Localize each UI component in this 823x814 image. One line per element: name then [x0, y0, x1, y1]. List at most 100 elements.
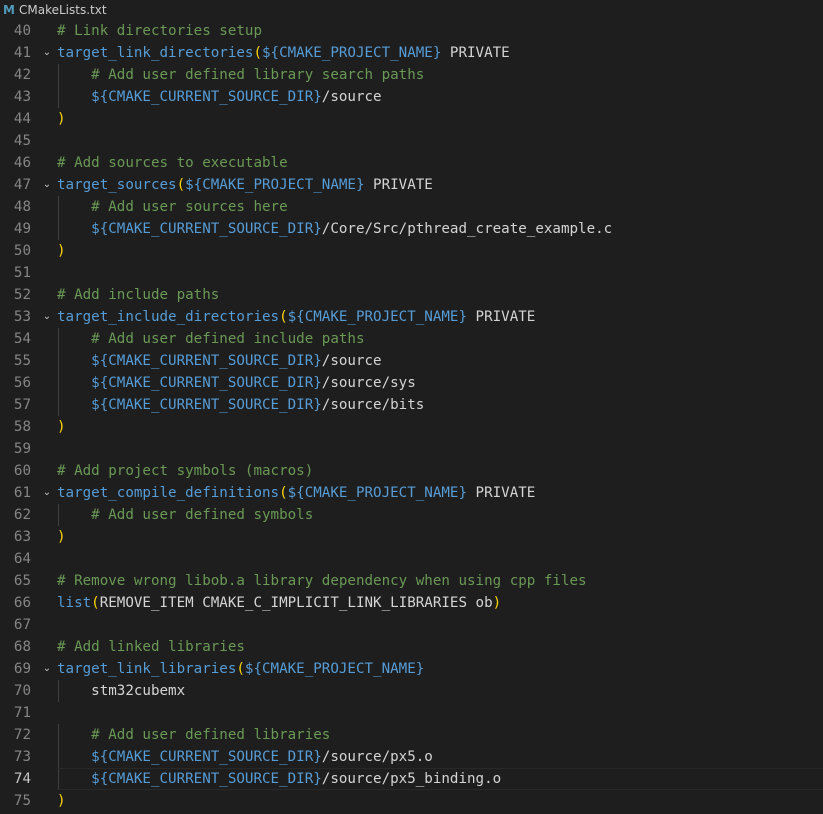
- code-line[interactable]: 64: [0, 548, 823, 570]
- code-text[interactable]: target_link_directories(${CMAKE_PROJECT_…: [57, 42, 510, 64]
- code-line[interactable]: 68 # Add linked libraries: [0, 636, 823, 658]
- code-line[interactable]: 45: [0, 130, 823, 152]
- code-line[interactable]: 59: [0, 438, 823, 460]
- token-var: ${CMAKE_CURRENT_SOURCE_DIR}: [91, 749, 322, 765]
- code-text[interactable]: ${CMAKE_CURRENT_SOURCE_DIR}/source/sys: [57, 372, 416, 394]
- code-line[interactable]: 57 ${CMAKE_CURRENT_SOURCE_DIR}/source/bi…: [0, 394, 823, 416]
- line-number: 66: [13, 595, 31, 611]
- token-var: ${CMAKE_CURRENT_SOURCE_DIR}: [91, 397, 322, 413]
- code-text[interactable]: ${CMAKE_CURRENT_SOURCE_DIR}/source/bits: [57, 394, 424, 416]
- code-text[interactable]: ${CMAKE_CURRENT_SOURCE_DIR}/source: [57, 86, 381, 108]
- code-line[interactable]: 41 ⌄ target_link_directories(${CMAKE_PROJE…: [0, 42, 823, 64]
- code-text[interactable]: # Add user sources here: [57, 196, 288, 218]
- code-text[interactable]: target_include_directories(${CMAKE_PROJE…: [57, 306, 535, 328]
- code-line[interactable]: 69 ⌄ target_link_libraries(${CMAKE_PROJECT…: [0, 658, 823, 680]
- code-line[interactable]: 60 # Add project symbols (macros): [0, 460, 823, 482]
- code-text[interactable]: target_sources(${CMAKE_PROJECT_NAME} PRI…: [57, 174, 433, 196]
- token-var: ${CMAKE_CURRENT_SOURCE_DIR}: [91, 771, 322, 787]
- line-number: 42: [13, 67, 31, 83]
- fold-chevron-icon[interactable]: ⌄: [41, 658, 53, 680]
- code-text[interactable]: # Add linked libraries: [57, 636, 245, 658]
- code-line[interactable]: 62 # Add user defined symbols: [0, 504, 823, 526]
- token-paren: ): [57, 529, 66, 545]
- code-line[interactable]: 58): [0, 416, 823, 438]
- code-line[interactable]: 46 # Add sources to executable: [0, 152, 823, 174]
- code-text[interactable]: # Add user defined symbols: [57, 504, 313, 526]
- code-line[interactable]: 63): [0, 526, 823, 548]
- code-text[interactable]: # Link directories setup: [57, 20, 262, 42]
- code-line[interactable]: 70 stm32cubemx: [0, 680, 823, 702]
- code-line[interactable]: 71: [0, 702, 823, 724]
- code-line[interactable]: 65 # Remove wrong libob.a library depende…: [0, 570, 823, 592]
- code-text[interactable]: # Add sources to executable: [57, 152, 288, 174]
- code-line[interactable]: 74 ${CMAKE_CURRENT_SOURCE_DIR}/source/px…: [0, 768, 823, 790]
- code-text[interactable]: target_link_libraries(${CMAKE_PROJECT_NA…: [57, 658, 424, 680]
- code-line[interactable]: 55 ${CMAKE_CURRENT_SOURCE_DIR}/source: [0, 350, 823, 372]
- line-number: 72: [13, 727, 31, 743]
- code-line[interactable]: 72 # Add user defined libraries: [0, 724, 823, 746]
- code-line[interactable]: 52 # Add include paths: [0, 284, 823, 306]
- token-cmt: # Add user sources here: [91, 199, 288, 215]
- code-text[interactable]: ): [57, 108, 66, 130]
- code-line[interactable]: 42 # Add user defined library search pat…: [0, 64, 823, 86]
- file-tab-label[interactable]: CMakeLists.txt: [19, 0, 107, 20]
- token-var: ${CMAKE_PROJECT_NAME}: [287, 309, 468, 325]
- code-text[interactable]: # Add project symbols (macros): [57, 460, 313, 482]
- code-line[interactable]: 50): [0, 240, 823, 262]
- code-text[interactable]: stm32cubemx: [57, 680, 185, 702]
- fold-chevron-icon[interactable]: ⌄: [41, 482, 53, 504]
- code-text[interactable]: list(REMOVE_ITEM CMAKE_C_IMPLICIT_LINK_L…: [57, 592, 501, 614]
- code-text[interactable]: target_compile_definitions(${CMAKE_PROJE…: [57, 482, 535, 504]
- code-line[interactable]: 54 # Add user defined include paths: [0, 328, 823, 350]
- line-number: 71: [13, 705, 31, 721]
- code-line[interactable]: 40 # Link directories setup: [0, 20, 823, 42]
- line-number: 57: [13, 397, 31, 413]
- line-number: 59: [13, 441, 31, 457]
- token-var: ${CMAKE_CURRENT_SOURCE_DIR}: [91, 375, 322, 391]
- token-plain: /source/px5.o: [321, 749, 433, 765]
- code-line[interactable]: 43 ${CMAKE_CURRENT_SOURCE_DIR}/source: [0, 86, 823, 108]
- code-line[interactable]: 73 ${CMAKE_CURRENT_SOURCE_DIR}/source/px…: [0, 746, 823, 768]
- token-plain: PRIVATE: [467, 485, 536, 501]
- token-paren: ): [492, 595, 502, 611]
- code-line[interactable]: 51: [0, 262, 823, 284]
- line-number: 51: [13, 265, 31, 281]
- code-line[interactable]: 48 # Add user sources here: [0, 196, 823, 218]
- code-line[interactable]: 61 ⌄ target_compile_definitions(${CMAKE_PR…: [0, 482, 823, 504]
- code-line[interactable]: 44): [0, 108, 823, 130]
- fold-chevron-icon[interactable]: ⌄: [41, 306, 53, 328]
- code-text[interactable]: ${CMAKE_CURRENT_SOURCE_DIR}/source/px5_b…: [57, 768, 501, 790]
- code-text[interactable]: # Add user defined library search paths: [57, 64, 424, 86]
- code-text[interactable]: # Add include paths: [57, 284, 219, 306]
- code-text[interactable]: ${CMAKE_CURRENT_SOURCE_DIR}/Core/Src/pth…: [57, 218, 612, 240]
- code-text[interactable]: ): [57, 790, 66, 812]
- code-line[interactable]: 56 ${CMAKE_CURRENT_SOURCE_DIR}/source/sy…: [0, 372, 823, 394]
- line-number: 60: [13, 463, 31, 479]
- code-text[interactable]: ${CMAKE_CURRENT_SOURCE_DIR}/source: [57, 350, 381, 372]
- token-cmt: # Add user defined include paths: [91, 331, 365, 347]
- code-text[interactable]: # Remove wrong libob.a library dependenc…: [57, 570, 587, 592]
- code-line[interactable]: 47 ⌄ target_sources(${CMAKE_PROJECT_NAME} …: [0, 174, 823, 196]
- fold-chevron-icon[interactable]: ⌄: [41, 42, 53, 64]
- code-line[interactable]: 53 ⌄ target_include_directories(${CMAKE_PR…: [0, 306, 823, 328]
- code-text[interactable]: ): [57, 240, 66, 262]
- code-text[interactable]: ): [57, 526, 66, 548]
- token-cmt: # Remove wrong libob.a library dependenc…: [57, 573, 587, 589]
- code-editor[interactable]: M CMakeLists.txt 40 # Link directories se…: [0, 0, 823, 814]
- code-text[interactable]: # Add user defined libraries: [57, 724, 330, 746]
- code-line[interactable]: 75): [0, 790, 823, 812]
- code-text[interactable]: # Add user defined include paths: [57, 328, 365, 350]
- code-text[interactable]: ${CMAKE_CURRENT_SOURCE_DIR}/source/px5.o: [57, 746, 433, 768]
- code-line[interactable]: 66 list(REMOVE_ITEM CMAKE_C_IMPLICIT_LINK…: [0, 592, 823, 614]
- code-text[interactable]: ): [57, 416, 66, 438]
- token-fn: target_link_libraries: [57, 661, 237, 677]
- line-number: 48: [13, 199, 31, 215]
- fold-chevron-icon[interactable]: ⌄: [41, 174, 53, 196]
- code-line[interactable]: 67: [0, 614, 823, 636]
- code-lines[interactable]: 40 # Link directories setup 41 ⌄ target_link…: [0, 20, 823, 812]
- line-number: 64: [13, 551, 31, 567]
- code-line[interactable]: 49 ${CMAKE_CURRENT_SOURCE_DIR}/Core/Src/…: [0, 218, 823, 240]
- line-number: 41: [13, 45, 31, 61]
